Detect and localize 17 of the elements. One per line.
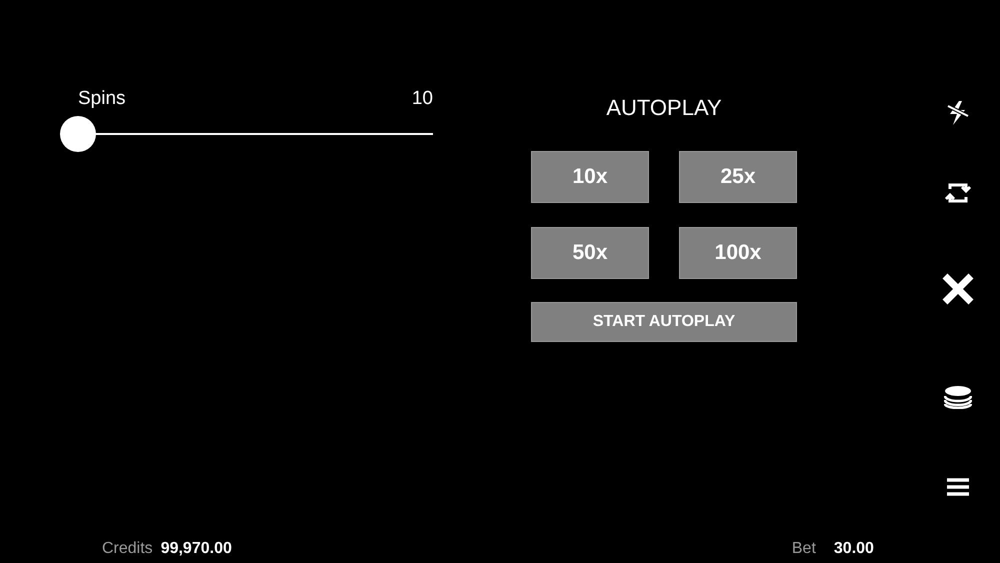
slider-label: Spins	[78, 88, 126, 110]
credits-label: Credits	[102, 540, 153, 558]
slider-value: 10	[412, 88, 433, 110]
spin-count-button[interactable]: 10x	[531, 151, 649, 203]
lightning-slash-icon	[946, 100, 970, 126]
autoplay-title: AUTOPLAY	[606, 95, 722, 121]
credits-value: 99,970.00	[160, 540, 232, 558]
start-autoplay-button[interactable]: START AUTOPLAY	[531, 302, 797, 342]
spin-count-button[interactable]: 50x	[531, 227, 649, 279]
bet-label: Bet	[792, 540, 816, 558]
slider-thumb[interactable]	[60, 116, 96, 152]
spin-count-button[interactable]: 100x	[679, 227, 797, 279]
menu-icon	[947, 477, 969, 497]
spin-count-button[interactable]: 25x	[679, 151, 797, 203]
close-icon	[941, 272, 975, 306]
coin-stack-icon	[944, 385, 972, 409]
bet-value: 30.00	[834, 540, 874, 558]
